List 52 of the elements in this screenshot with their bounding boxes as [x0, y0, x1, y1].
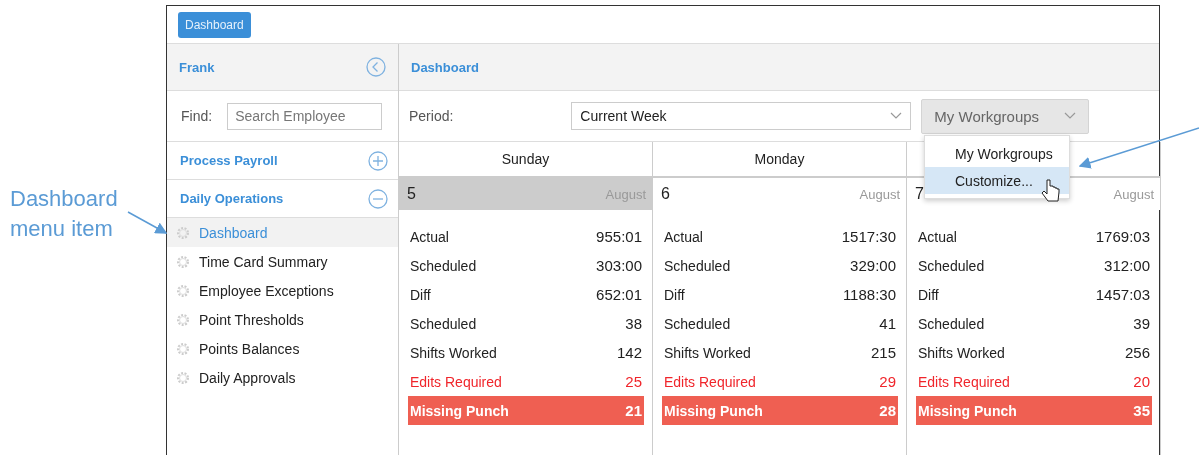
callout-arrow — [127, 211, 168, 234]
day-name: Sunday — [501, 151, 550, 167]
stat-row-text: Shifts Worked 256 — [917, 343, 1151, 363]
stat-row-text: Diff 1188:30 — [663, 285, 897, 305]
period-label: Period: — [409, 108, 454, 124]
gear-icon — [175, 311, 191, 328]
stat-row-text: Actual 1517:30 — [663, 227, 897, 247]
menu-option[interactable]: Customize... — [925, 167, 1069, 194]
gear-icon — [175, 369, 191, 386]
section-header[interactable]: Process Payroll — [180, 153, 278, 168]
stat-row-text: Diff 652:01 — [409, 285, 643, 305]
stat-row-text: Shifts Worked 142 — [409, 343, 643, 363]
stat-row-text: Diff 1457:03 — [917, 285, 1151, 305]
gear-icon — [175, 340, 191, 357]
gear-icon — [175, 282, 191, 299]
stat-row-text: Scheduled 312:00 — [917, 256, 1151, 276]
stat-row-text: Scheduled 41 — [663, 314, 897, 334]
callout-label: Dashboard menu item — [9, 185, 119, 243]
chevron-down-icon — [1064, 112, 1077, 120]
page-title: Dashboard — [411, 59, 479, 75]
alert-row: Missing Punch 21 — [408, 396, 644, 425]
menu-item[interactable]: Point Thresholds — [167, 305, 398, 334]
menu-item[interactable]: Daily Approvals — [167, 363, 398, 392]
gear-icon — [175, 253, 191, 270]
user-name: Frank — [179, 59, 215, 75]
menu-item[interactable]: Time Card Summary — [167, 247, 398, 276]
stat-row-text: Scheduled 38 — [409, 314, 643, 334]
chevron-down-icon — [890, 112, 903, 120]
menu-option[interactable]: My Workgroups — [925, 140, 1069, 167]
gear-icon — [175, 224, 191, 241]
day-name: Monday — [754, 151, 805, 167]
stat-row-text: Edits Required 25 — [409, 372, 643, 392]
alert-row: Missing Punch 35 — [916, 396, 1152, 425]
workgroups-dropdown[interactable]: My Workgroups — [921, 98, 1090, 134]
collapse-section-icon[interactable] — [368, 188, 388, 209]
alert-row: Missing Punch 28 — [662, 396, 898, 425]
stat-row-text: Shifts Worked 215 — [663, 343, 897, 363]
section-header[interactable]: Daily Operations — [180, 191, 284, 206]
stat-row-text: Actual 955:01 — [409, 227, 643, 247]
stat-row-text: Edits Required 29 — [663, 372, 897, 392]
menu-item[interactable]: Employee Exceptions — [167, 276, 398, 305]
search-field[interactable]: Search Employee — [227, 102, 383, 130]
collapse-icon[interactable] — [366, 57, 386, 77]
stat-row-text: Edits Required 20 — [917, 372, 1151, 392]
stat-row-text: Scheduled 329:00 — [663, 256, 897, 276]
stat-row-text: Actual 1769:03 — [917, 227, 1151, 247]
expand-section-icon[interactable] — [368, 150, 388, 171]
stat-row-text: Scheduled 39 — [917, 314, 1151, 334]
menu-item[interactable]: Points Balances — [167, 334, 398, 363]
period-select[interactable]: Current Week — [571, 102, 912, 130]
find-label: Find: — [181, 108, 213, 124]
stat-row-text: Scheduled 303:00 — [409, 256, 643, 276]
